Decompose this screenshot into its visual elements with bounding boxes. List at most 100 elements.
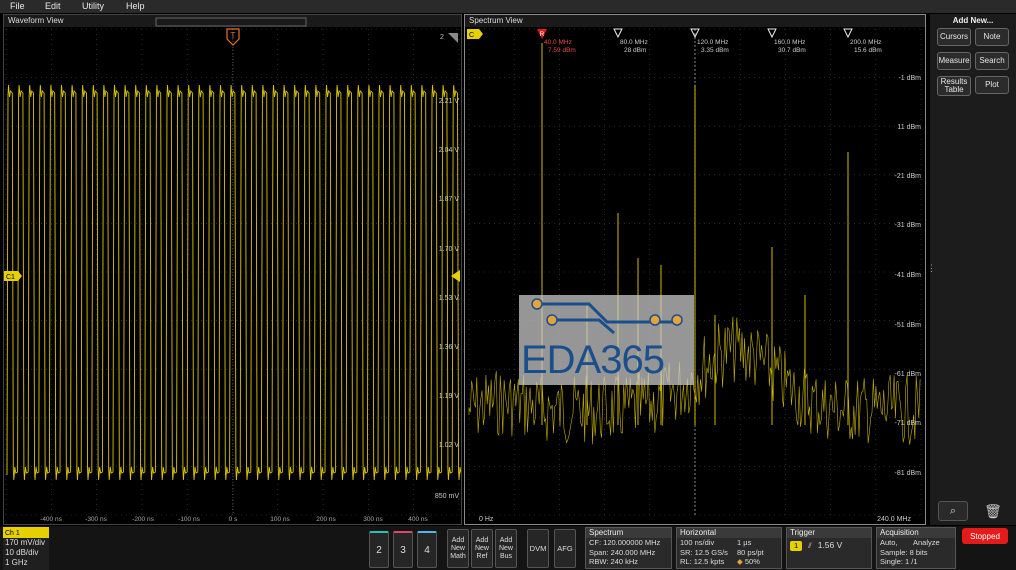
marker-level: 3.35 dBm bbox=[701, 47, 729, 54]
trigger-level: 1.56 V bbox=[817, 540, 843, 550]
spectrum-y-label: -61 dBm bbox=[895, 371, 922, 378]
afg-button[interactable]: AFG bbox=[554, 529, 576, 568]
menu-file[interactable]: File bbox=[10, 1, 25, 11]
ch1-marker-label: C1 bbox=[6, 274, 15, 281]
trigger-source: 1 bbox=[790, 541, 803, 551]
waveform-x-label: -300 ns bbox=[85, 516, 107, 523]
menu-edit[interactable]: Edit bbox=[45, 1, 61, 11]
zoom-icon[interactable]: ⌕ bbox=[938, 501, 968, 521]
acquisition-mode: Auto, bbox=[880, 538, 898, 547]
spectrum-x-start: 0 Hz bbox=[479, 516, 494, 523]
ch1-scale: 170 mV/div bbox=[5, 538, 46, 547]
ch3-button[interactable]: 3 bbox=[393, 531, 413, 568]
spectrum-x-end: 240.0 MHz bbox=[877, 516, 911, 523]
waveform-x-label: -200 ns bbox=[132, 516, 154, 523]
add-new-bus-button[interactable]: Add New Bus bbox=[495, 529, 517, 568]
watermark-text: EDA365 bbox=[521, 338, 665, 382]
position-icon: ◆ bbox=[737, 557, 743, 566]
add-new-math-button[interactable]: Add New Math bbox=[447, 529, 469, 568]
waveform-x-label: 100 ns bbox=[270, 516, 290, 523]
spectrum-plot[interactable]: R40.0 MHz7.59 dBm 80.0 MHz28 dBm 120.0 MHz… bbox=[465, 15, 925, 524]
trigger-marker-icon: T bbox=[226, 28, 240, 46]
marker-level: 28 dBm bbox=[624, 47, 646, 54]
acquisition-sample: Sample: 8 bits bbox=[880, 547, 928, 557]
spectrum-y-label: -81 dBm bbox=[895, 470, 922, 477]
horizontal-scale: 100 ns/div bbox=[680, 538, 715, 547]
spectrum-cf: CF: 120.000000 MHz bbox=[589, 538, 661, 547]
waveform-trace bbox=[6, 84, 461, 481]
marker-level: 15.6 dBm bbox=[854, 47, 882, 54]
measure-button[interactable]: Measure bbox=[937, 52, 971, 70]
marker-level: 30.7 dBm bbox=[778, 47, 806, 54]
acquisition-analyze: Analyze bbox=[913, 538, 940, 547]
waveform-y-label: 2.04 V bbox=[439, 147, 460, 154]
bottom-bar: Ch 1 170 mV/div 10 dB/div 1 GHz 2 3 4 Ad… bbox=[0, 526, 1016, 570]
plot-button[interactable]: Plot bbox=[975, 76, 1009, 94]
waveform-y-label: 1.53 V bbox=[439, 295, 460, 302]
marker-frequency: 160.0 MHz bbox=[774, 39, 805, 46]
waveform-x-label: -100 ns bbox=[178, 516, 200, 523]
waveform-y-label: 850 mV bbox=[435, 493, 459, 500]
horizontal-position: 50% bbox=[744, 557, 760, 566]
ref-marker-label: R bbox=[540, 32, 545, 38]
marker-frequency: 200.0 MHz bbox=[850, 39, 881, 46]
ch1-bw: 1 GHz bbox=[5, 558, 28, 567]
waveform-view[interactable]: Waveform View 2.21 V 2.04 V 1.87 V 1.70 V 1.… bbox=[3, 14, 462, 525]
spectrum-y-label: -1 dBm bbox=[898, 75, 921, 82]
dvm-button[interactable]: DVM bbox=[527, 529, 549, 568]
spectrum-y-label: -71 dBm bbox=[895, 420, 922, 427]
ch4-button[interactable]: 4 bbox=[417, 531, 437, 568]
spectrum-marker: 120.0 MHz3.35 dBm bbox=[690, 28, 729, 54]
waveform-plot[interactable]: 2.21 V 2.04 V 1.87 V 1.70 V 1.53 V 1.36 V 1.19… bbox=[4, 15, 461, 524]
horizontal-panel[interactable]: Horizontal 100 ns/div 1 µs SR: 12.5 GS/s 8… bbox=[676, 527, 782, 569]
results-table-button[interactable]: Results Table bbox=[937, 76, 971, 96]
menu-utility[interactable]: Utility bbox=[82, 1, 104, 11]
ch2-button[interactable]: 2 bbox=[369, 531, 389, 568]
ch1-badge[interactable]: Ch 1 170 mV/div 10 dB/div 1 GHz bbox=[3, 527, 49, 570]
spectrum-channel-label: C bbox=[469, 32, 474, 39]
waveform-grid bbox=[5, 28, 460, 516]
waveform-y-label: 1.70 V bbox=[439, 246, 460, 253]
marker-frequency: 40.0 MHz bbox=[544, 39, 572, 46]
spectrum-span: Span: 240.000 MHz bbox=[589, 547, 656, 557]
acquisition-panel-title: Acquisition bbox=[877, 528, 955, 538]
search-button[interactable]: Search bbox=[975, 52, 1009, 70]
waveform-x-label: 400 ns bbox=[408, 516, 428, 523]
horizontal-resolution: 80 ps/pt bbox=[737, 547, 764, 557]
waveform-corner-label: 2 bbox=[440, 34, 444, 41]
marker-icon bbox=[843, 28, 853, 39]
spectrum-view[interactable]: Spectrum View R 40.0 MHz 7.59 dBm 80.0 MHz 2… bbox=[464, 14, 926, 525]
spectrum-marker: 200.0 MHz15.6 dBm bbox=[843, 28, 882, 54]
acquisition-panel[interactable]: Acquisition Auto, Analyze Sample: 8 bits … bbox=[876, 527, 956, 569]
run-stop-button[interactable]: Stopped bbox=[962, 528, 1008, 544]
menu-help[interactable]: Help bbox=[126, 1, 145, 11]
waveform-y-label: 1.87 V bbox=[439, 196, 460, 203]
spectrum-y-label: -21 dBm bbox=[895, 173, 922, 180]
rising-edge-icon: ⫽ bbox=[808, 541, 812, 550]
spectrum-panel-title: Spectrum bbox=[586, 528, 671, 538]
add-new-ref-button[interactable]: Add New Ref bbox=[471, 529, 493, 568]
spectrum-marker: 80.0 MHz28 dBm bbox=[613, 28, 648, 54]
add-new-title: Add New... bbox=[952, 16, 994, 25]
note-button[interactable]: Note bbox=[975, 28, 1009, 46]
spectrum-panel[interactable]: Spectrum CF: 120.000000 MHz Span: 240.00… bbox=[585, 527, 672, 569]
waveform-x-label: 300 ns bbox=[363, 516, 383, 523]
marker-frequency: 120.0 MHz bbox=[697, 39, 728, 46]
cursors-button[interactable]: Cursors bbox=[937, 28, 971, 46]
trigger-panel[interactable]: Trigger 1 ⫽ 1.56 V bbox=[786, 527, 872, 569]
ch1-atten: 10 dB/div bbox=[5, 548, 39, 557]
trash-icon[interactable]: 🗑 bbox=[978, 501, 1008, 521]
spectrum-y-label: -31 dBm bbox=[895, 222, 922, 229]
trigger-marker-label: T bbox=[231, 31, 236, 40]
waveform-y-label: 1.36 V bbox=[439, 344, 460, 351]
circuit-trace-icon bbox=[531, 298, 683, 335]
horizontal-record-length: RL: 12.5 kpts bbox=[680, 557, 725, 566]
waveform-y-label: 1.02 V bbox=[439, 442, 460, 449]
spectrum-y-label: -41 dBm bbox=[895, 272, 922, 279]
panel-handle-icon[interactable]: ⋮ bbox=[927, 263, 936, 274]
spectrum-marker: R40.0 MHz7.59 dBm bbox=[537, 29, 576, 54]
acquisition-single: Single: 1 /1 bbox=[880, 557, 918, 566]
waveform-x-label: -400 ns bbox=[40, 516, 62, 523]
horizontal-duration: 1 µs bbox=[737, 538, 752, 547]
waveform-x-label: 0 s bbox=[229, 516, 238, 523]
